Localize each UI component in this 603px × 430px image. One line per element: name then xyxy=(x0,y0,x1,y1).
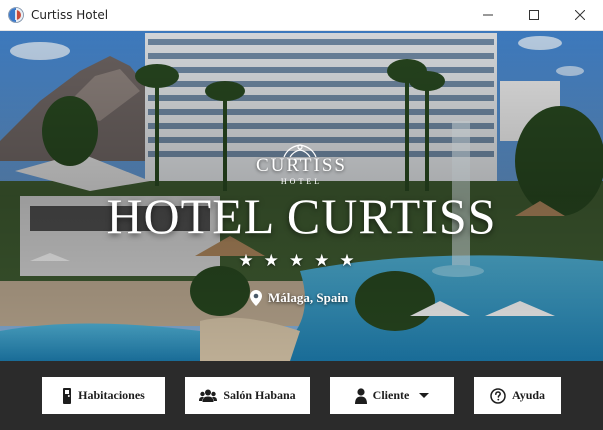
title-bar[interactable]: Curtiss Hotel xyxy=(0,0,603,31)
help-circle-icon xyxy=(490,387,506,404)
close-button[interactable] xyxy=(557,0,603,30)
users-icon xyxy=(199,389,218,402)
star-rating: ★★★★★ xyxy=(238,251,365,271)
rooms-label: Habitaciones xyxy=(78,388,145,402)
hero-banner: CURTISS HOTEL HOTEL CURTISS ★★★★★ Málaga… xyxy=(0,31,603,361)
location-text: Málaga, Spain xyxy=(268,290,349,305)
minimize-button[interactable] xyxy=(465,0,511,30)
client-dropdown-button[interactable]: Cliente xyxy=(330,377,454,414)
minimize-icon xyxy=(483,14,493,16)
caret-down-icon xyxy=(419,392,430,398)
brand-name: CURTISS xyxy=(256,155,347,176)
app-logo-icon xyxy=(8,7,24,23)
salon-button[interactable]: Salón Habana xyxy=(185,377,310,414)
close-icon xyxy=(575,10,585,20)
maximize-icon xyxy=(529,10,539,20)
maximize-button[interactable] xyxy=(511,0,557,30)
location: Málaga, Spain xyxy=(250,288,348,308)
rooms-button[interactable]: Habitaciones xyxy=(42,377,165,414)
salon-label: Salón Habana xyxy=(223,388,296,402)
help-label: Ayuda xyxy=(511,388,546,402)
app-window: Curtiss Hotel CURTISS HOTEL HOTEL CURTIS… xyxy=(0,0,603,430)
user-icon xyxy=(354,387,367,404)
navigation-bar: Habitaciones Salón Habana Cliente Ayuda xyxy=(0,361,603,430)
door-icon xyxy=(63,387,72,404)
client-label: Cliente xyxy=(372,388,410,402)
help-button[interactable]: Ayuda xyxy=(474,377,561,414)
map-pin-icon xyxy=(250,290,262,306)
hotel-title: HOTEL CURTISS xyxy=(106,188,497,244)
brand-subtitle: HOTEL xyxy=(280,177,323,186)
window-title: Curtiss Hotel xyxy=(31,8,109,22)
